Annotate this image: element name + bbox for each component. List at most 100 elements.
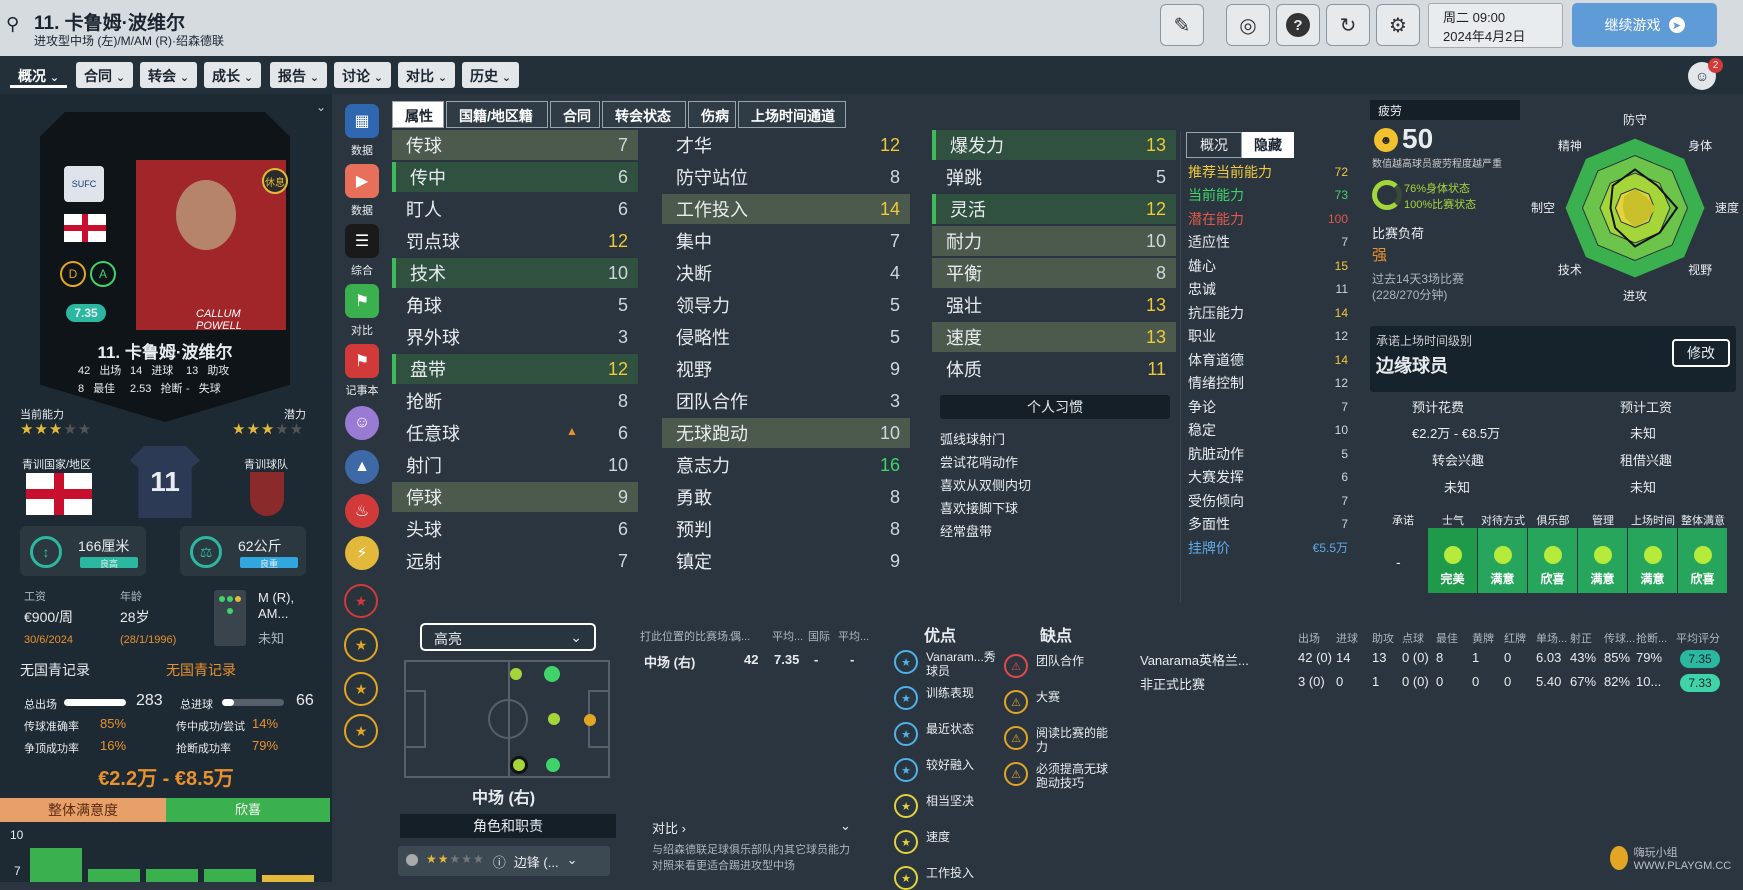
search-icon[interactable]: ⚲ <box>6 14 19 35</box>
attribute-row[interactable]: 团队合作 3 <box>662 386 910 416</box>
season-table-header[interactable]: 传球... <box>1604 630 1635 646</box>
habit-item[interactable]: 尝试花哨动作 <box>940 452 1018 471</box>
position-table-header[interactable]: 平均... <box>838 628 869 644</box>
season-table-header[interactable]: 助攻 <box>1372 630 1394 646</box>
strength-item[interactable]: 最近状态 <box>926 722 1000 736</box>
attribute-row[interactable]: 盘带 12 <box>392 354 638 384</box>
attribute-row[interactable]: 才华 12 <box>662 130 910 160</box>
strength-item[interactable]: 训练表现 <box>926 686 1000 700</box>
settings-button[interactable]: ⚙ <box>1376 4 1420 46</box>
position-table-header[interactable]: 平均... <box>772 628 803 644</box>
attribute-row[interactable]: 传中 6 <box>392 162 638 192</box>
attribute-row[interactable]: 预判 8 <box>662 514 910 544</box>
season-table-header[interactable]: 单场... <box>1536 630 1567 646</box>
side-tool-icon-3[interactable]: ⚡ <box>345 536 379 570</box>
menu-1[interactable]: 合同 ⌄ <box>76 62 134 88</box>
menu-0[interactable]: 概况 ⌄ <box>10 62 68 88</box>
trait-badge-icon[interactable]: ★ <box>344 714 378 748</box>
habit-item[interactable]: 喜欢接脚下球 <box>940 498 1018 517</box>
attribute-row[interactable]: 灵活 12 <box>932 194 1176 224</box>
attribute-row[interactable]: 工作投入 14 <box>662 194 910 224</box>
position-table-header[interactable]: 打此位置的比赛场... <box>640 628 737 644</box>
pitch-position-dot[interactable] <box>548 713 560 725</box>
strength-item[interactable]: 速度 <box>926 830 1000 844</box>
world-button[interactable]: ◎ <box>1226 4 1270 46</box>
season-competition[interactable]: 非正式比赛 <box>1140 674 1205 693</box>
attribute-row[interactable]: 勇敢 8 <box>662 482 910 512</box>
season-table-header[interactable]: 平均评分 <box>1676 630 1720 646</box>
compare-chevron-icon[interactable]: ⌄ <box>840 818 851 834</box>
habit-item[interactable]: 喜欢从双侧内切 <box>940 475 1031 494</box>
attribute-row[interactable]: 决断 4 <box>662 258 910 288</box>
attribute-row[interactable]: 罚点球 12 <box>392 226 638 256</box>
date-display[interactable]: 周二 09:00 2024年4月2日 <box>1428 3 1563 48</box>
attribute-row[interactable]: 意志力 16 <box>662 450 910 480</box>
attr-tab-5[interactable]: 上场时间通道 <box>738 101 846 128</box>
tab-hidden[interactable]: 隐藏 <box>1242 132 1294 158</box>
attribute-row[interactable]: 视野 9 <box>662 354 910 384</box>
menu-5[interactable]: 讨论 ⌄ <box>334 62 392 88</box>
attr-tab-0[interactable]: 属性 <box>392 101 444 128</box>
trait-badge-icon[interactable]: ★ <box>344 628 378 662</box>
side-tool-icon-0[interactable]: ☺ <box>345 406 379 440</box>
weakness-item[interactable]: 团队合作 <box>1036 654 1110 668</box>
edit-button[interactable]: ✎ <box>1160 4 1204 46</box>
position-table-header[interactable]: 偶... <box>730 628 750 644</box>
side-tool-icon-2[interactable]: ♨ <box>345 494 379 528</box>
strength-item[interactable]: 相当坚决 <box>926 794 1000 808</box>
attribute-row[interactable]: 任意球 6 <box>392 418 638 448</box>
attribute-row[interactable]: 抢断 8 <box>392 386 638 416</box>
weakness-item[interactable]: 必须提高无球跑动技巧 <box>1036 762 1110 790</box>
attribute-row[interactable]: 传球 7 <box>392 130 638 160</box>
attribute-row[interactable]: 界外球 3 <box>392 322 638 352</box>
attribute-row[interactable]: 侵略性 5 <box>662 322 910 352</box>
side-nav-icon-1[interactable]: ▶ <box>345 164 379 198</box>
menu-3[interactable]: 成长 ⌄ <box>204 62 262 88</box>
attr-tab-4[interactable]: 伤病 <box>688 101 736 128</box>
strength-item[interactable]: 工作投入 <box>926 866 1000 880</box>
attribute-row[interactable]: 弹跳 5 <box>932 162 1176 192</box>
side-nav-icon-0[interactable]: ▦ <box>345 104 379 138</box>
attribute-row[interactable]: 停球 9 <box>392 482 638 512</box>
attribute-row[interactable]: 耐力 10 <box>932 226 1176 256</box>
attribute-row[interactable]: 技术 10 <box>392 258 638 288</box>
attribute-row[interactable]: 头球 6 <box>392 514 638 544</box>
attr-tab-3[interactable]: 转会状态 <box>602 101 686 128</box>
pitch-position-dot[interactable] <box>544 666 560 682</box>
trait-badge-icon[interactable]: ★ <box>344 584 378 618</box>
attribute-row[interactable]: 领导力 5 <box>662 290 910 320</box>
menu-7[interactable]: 历史 ⌄ <box>462 62 520 88</box>
pitch-position-dot[interactable] <box>546 758 560 772</box>
pitch-position-dot[interactable] <box>510 668 522 680</box>
attr-tab-2[interactable]: 合同 <box>550 101 600 128</box>
position-table-header[interactable]: 国际 <box>808 628 830 644</box>
collapse-chevron-icon[interactable]: ⌄ <box>316 100 326 114</box>
strength-item[interactable]: 较好融入 <box>926 758 1000 772</box>
role-selector[interactable]: ★★★★★ ⓘ 边锋 (... ⌄ <box>398 846 610 876</box>
attribute-row[interactable]: 角球 5 <box>392 290 638 320</box>
season-table-header[interactable]: 抢断... <box>1636 630 1667 646</box>
side-tool-icon-1[interactable]: ▲ <box>345 450 379 484</box>
season-table-header[interactable]: 射正 <box>1570 630 1592 646</box>
strength-item[interactable]: Vanaram...秀球员 <box>926 650 1000 678</box>
menu-6[interactable]: 对比 ⌄ <box>398 62 456 88</box>
attr-tab-1[interactable]: 国籍/地区籍 <box>446 101 548 128</box>
trait-badge-icon[interactable]: ★ <box>344 672 378 706</box>
season-table-header[interactable]: 出场 <box>1298 630 1320 646</box>
side-nav-icon-3[interactable]: ⚑ <box>345 284 379 318</box>
attribute-row[interactable]: 强壮 13 <box>932 290 1176 320</box>
pitch-position-dot[interactable] <box>584 714 596 726</box>
attribute-row[interactable]: 无球跑动 10 <box>662 418 910 448</box>
attribute-row[interactable]: 集中 7 <box>662 226 910 256</box>
attribute-row[interactable]: 平衡 8 <box>932 258 1176 288</box>
tab-overview[interactable]: 概况 <box>1186 132 1242 158</box>
habit-item[interactable]: 弧线球射门 <box>940 429 1005 448</box>
season-table-header[interactable]: 黄牌 <box>1472 630 1494 646</box>
season-table-header[interactable]: 进球 <box>1336 630 1358 646</box>
weakness-item[interactable]: 大赛 <box>1036 690 1110 704</box>
season-table-header[interactable]: 点球 <box>1402 630 1424 646</box>
compare-link[interactable]: 对比 › <box>652 818 686 837</box>
edit-playing-time-button[interactable]: 修改 <box>1672 339 1730 367</box>
season-table-header[interactable]: 红牌 <box>1504 630 1526 646</box>
menu-2[interactable]: 转会 ⌄ <box>140 62 198 88</box>
